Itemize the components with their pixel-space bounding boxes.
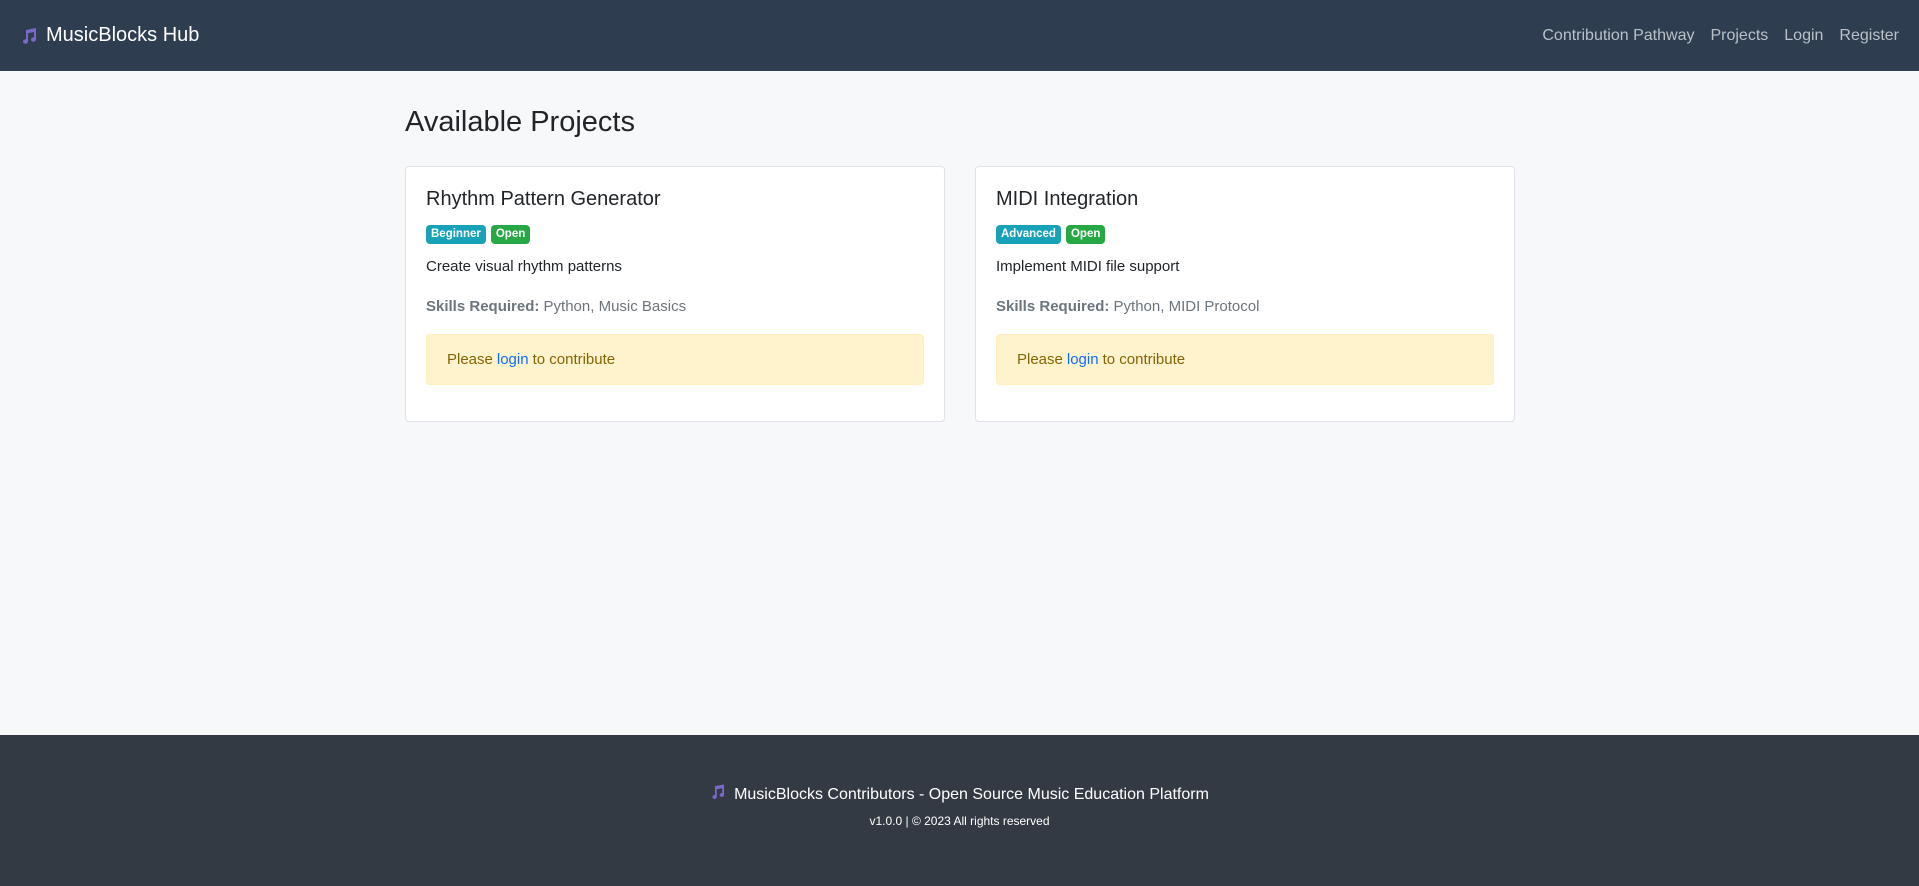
skills-required: Skills Required: Python, MIDI Protocol — [996, 296, 1494, 318]
alert-suffix: to contribute — [532, 351, 616, 368]
project-description: Create visual rhythm patterns — [426, 258, 622, 275]
nav-link-contribution-pathway[interactable]: Contribution Pathway — [1542, 27, 1694, 45]
difficulty-badge: Advanced — [996, 225, 1061, 244]
skills-label: Skills Required: — [426, 298, 540, 315]
nav-link-login[interactable]: Login — [1784, 27, 1823, 45]
status-badge: Open — [490, 225, 531, 244]
nav-links: Contribution Pathway Projects Login Regi… — [1542, 27, 1899, 45]
nav-link-register[interactable]: Register — [1839, 27, 1899, 45]
brand-title: MusicBlocks Hub — [46, 24, 200, 46]
project-card: MIDI Integration Advanced Open Implement… — [975, 166, 1515, 422]
alert-prefix: Please — [447, 351, 493, 368]
brand-link[interactable]: MusicBlocks Hub — [20, 24, 199, 47]
footer-text: MusicBlocks Contributors - Open Source M… — [734, 785, 1209, 803]
footer-copyright: v1.0.0 | © 2023 All rights reserved — [869, 814, 1050, 828]
project-description: Implement MIDI file support — [996, 258, 1180, 275]
alert-prefix: Please — [1017, 351, 1063, 368]
footer: MusicBlocks Contributors - Open Source M… — [0, 735, 1919, 886]
login-alert: Please login to contribute — [996, 334, 1494, 385]
project-card: Rhythm Pattern Generator Beginner Open C… — [405, 166, 945, 422]
alert-suffix: to contribute — [1102, 351, 1186, 368]
badge-group: Advanced Open — [996, 225, 1494, 244]
badge-group: Beginner Open — [426, 225, 924, 244]
project-list: Rhythm Pattern Generator Beginner Open C… — [405, 166, 1515, 422]
project-title: MIDI Integration — [996, 188, 1139, 210]
project-title: Rhythm Pattern Generator — [426, 188, 661, 210]
main-content: Available Projects Rhythm Pattern Genera… — [405, 71, 1515, 422]
difficulty-badge: Beginner — [426, 225, 486, 244]
skills-value: Python, MIDI Protocol — [1113, 298, 1260, 315]
music-notes-icon — [710, 784, 726, 805]
skills-required: Skills Required: Python, Music Basics — [426, 296, 924, 318]
skills-value: Python, Music Basics — [543, 298, 687, 315]
login-alert: Please login to contribute — [426, 334, 924, 385]
footer-main: MusicBlocks Contributors - Open Source M… — [0, 784, 1919, 805]
navbar: MusicBlocks Hub Contribution Pathway Pro… — [0, 0, 1919, 71]
status-badge: Open — [1065, 225, 1106, 244]
nav-link-projects[interactable]: Projects — [1710, 27, 1768, 45]
music-note-icon — [20, 27, 38, 45]
page-title: Available Projects — [405, 106, 635, 138]
skills-label: Skills Required: — [996, 298, 1110, 315]
login-link[interactable]: login — [1067, 351, 1099, 368]
login-link[interactable]: login — [497, 351, 529, 368]
